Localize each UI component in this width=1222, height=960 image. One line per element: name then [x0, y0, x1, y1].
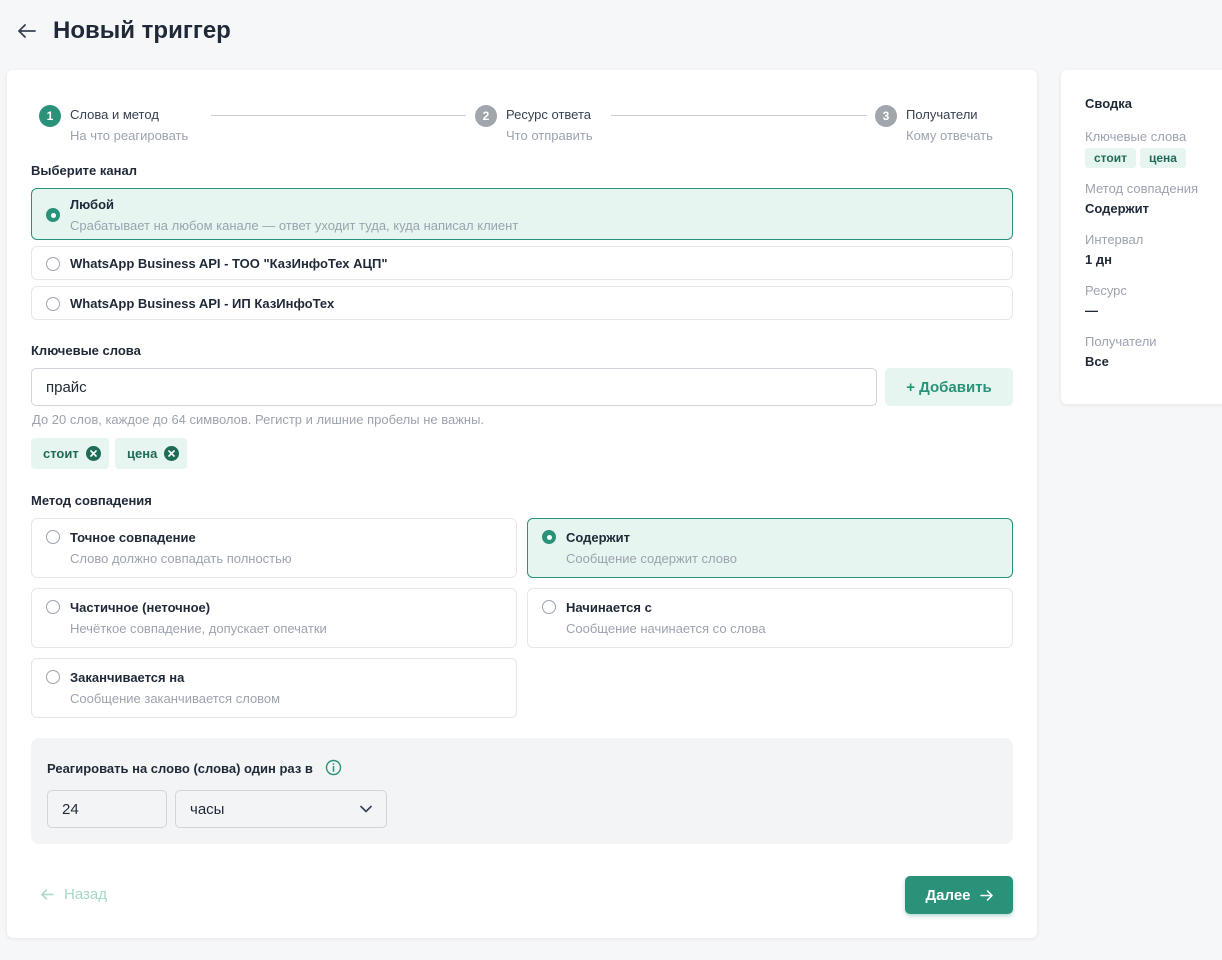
back-button[interactable]: Назад	[41, 886, 107, 903]
summary-keywords: стоит цена	[1085, 148, 1222, 168]
option-title: Любой	[70, 197, 115, 212]
match-option-fuzzy[interactable]: Частичное (неточное) Нечёткое совпадение…	[31, 588, 517, 648]
chip-label: цена	[127, 446, 158, 461]
remove-chip-icon[interactable]	[85, 446, 101, 461]
option-desc: Сообщение содержит слово	[566, 551, 737, 566]
summary-keywords-label: Ключевые слова	[1085, 129, 1187, 144]
back-label: Назад	[64, 886, 107, 903]
keyword-chip: стоит	[31, 438, 109, 469]
match-option-ends-with[interactable]: Заканчивается на Сообщение заканчивается…	[31, 658, 517, 718]
interval-unit-select[interactable]: часы	[175, 790, 387, 828]
next-label: Далее	[925, 886, 971, 904]
option-desc: Слово должно совпадать полностью	[70, 551, 292, 566]
step-title: Ресурс ответа	[506, 107, 592, 122]
radio-icon	[46, 670, 60, 684]
option-desc: Сообщение начинается со слова	[566, 621, 766, 636]
radio-selected-icon	[46, 208, 60, 222]
step-connector	[611, 115, 867, 116]
radio-icon	[46, 530, 60, 544]
match-option-starts-with[interactable]: Начинается с Сообщение начинается со сло…	[527, 588, 1013, 648]
step-title: Слова и метод	[70, 107, 159, 122]
step-3[interactable]: 3 Получатели Кому отвечать	[875, 104, 993, 146]
option-title: WhatsApp Business API - ИП КазИнфоТех	[70, 296, 335, 311]
summary-title: Сводка	[1085, 96, 1132, 111]
radio-icon	[46, 297, 60, 311]
interval-panel: Реагировать на слово (слова) один раз в …	[31, 738, 1013, 844]
option-desc: Сообщение заканчивается словом	[70, 691, 281, 706]
summary-resource-label: Ресурс	[1085, 283, 1127, 298]
step-number: 3	[875, 105, 897, 127]
keywords-hint: До 20 слов, каждое до 64 символов. Регис…	[32, 412, 485, 427]
channel-option-any[interactable]: Любой Срабатывает на любом канале — отве…	[31, 188, 1013, 240]
step-number: 1	[39, 105, 61, 127]
page-header: Новый триггер	[16, 14, 231, 48]
summary-method-label: Метод совпадения	[1085, 181, 1199, 196]
unit-value: часы	[190, 800, 225, 818]
summary-recipients-value: Все	[1085, 354, 1109, 369]
info-icon[interactable]	[325, 759, 342, 776]
step-subtitle: Кому отвечать	[906, 128, 993, 143]
channel-option-whatsapp-ip[interactable]: WhatsApp Business API - ИП КазИнфоТех	[31, 286, 1013, 320]
step-1[interactable]: 1 Слова и метод На что реагировать	[39, 104, 188, 146]
option-title: Частичное (неточное)	[70, 600, 211, 615]
keywords-section-label: Ключевые слова	[31, 343, 141, 358]
summary-interval-value: 1 дн	[1085, 252, 1112, 267]
summary-method-value: Содержит	[1085, 201, 1149, 216]
summary-keyword-chip: цена	[1139, 148, 1186, 168]
step-subtitle: На что реагировать	[70, 128, 189, 143]
step-number: 2	[475, 105, 497, 127]
channel-section-label: Выберите канал	[31, 163, 137, 178]
option-title: Заканчивается на	[70, 670, 185, 685]
match-section-label: Метод совпадения	[31, 493, 152, 508]
keyword-input[interactable]	[31, 368, 877, 406]
step-2[interactable]: 2 Ресурс ответа Что отправить	[475, 104, 593, 146]
page-title: Новый триггер	[53, 17, 231, 44]
remove-chip-icon[interactable]	[164, 446, 180, 461]
step-title: Получатели	[906, 107, 978, 122]
chip-label: стоит	[43, 446, 79, 461]
match-option-contains[interactable]: Содержит Сообщение содержит слово	[527, 518, 1013, 578]
interval-label: Реагировать на слово (слова) один раз в	[47, 761, 313, 776]
match-option-exact[interactable]: Точное совпадение Слово должно совпадать…	[31, 518, 517, 578]
summary-interval-label: Интервал	[1085, 232, 1144, 247]
back-arrow-icon[interactable]	[16, 20, 38, 42]
option-desc: Срабатывает на любом канале — ответ уход…	[70, 218, 519, 233]
radio-selected-icon	[542, 530, 556, 544]
chevron-down-icon	[360, 800, 372, 818]
interval-value-input[interactable]	[47, 790, 167, 828]
option-title: Точное совпадение	[70, 530, 196, 545]
summary-panel: Сводка Ключевые слова стоит цена Метод со…	[1061, 70, 1222, 404]
radio-icon	[46, 257, 60, 271]
radio-icon	[46, 600, 60, 614]
keyword-chip: цена	[115, 438, 188, 469]
option-title: WhatsApp Business API - ТОО "КазИнфоТех …	[70, 256, 388, 271]
next-button[interactable]: Далее	[905, 876, 1013, 914]
channel-option-whatsapp-too[interactable]: WhatsApp Business API - ТОО "КазИнфоТех …	[31, 246, 1013, 280]
option-title: Содержит	[566, 530, 630, 545]
trigger-form-card: 1 Слова и метод На что реагировать 2 Рес…	[7, 70, 1037, 938]
summary-keyword-chip: стоит	[1085, 148, 1136, 168]
step-connector	[211, 115, 466, 116]
summary-recipients-label: Получатели	[1085, 334, 1157, 349]
summary-resource-value: —	[1085, 303, 1098, 318]
arrow-right-icon	[979, 889, 993, 901]
arrow-left-icon	[41, 889, 54, 900]
option-desc: Нечёткое совпадение, допускает опечатки	[70, 621, 327, 636]
option-title: Начинается с	[566, 600, 652, 615]
add-keyword-button[interactable]: + Добавить	[885, 368, 1013, 406]
step-subtitle: Что отправить	[506, 128, 593, 143]
radio-icon	[542, 600, 556, 614]
